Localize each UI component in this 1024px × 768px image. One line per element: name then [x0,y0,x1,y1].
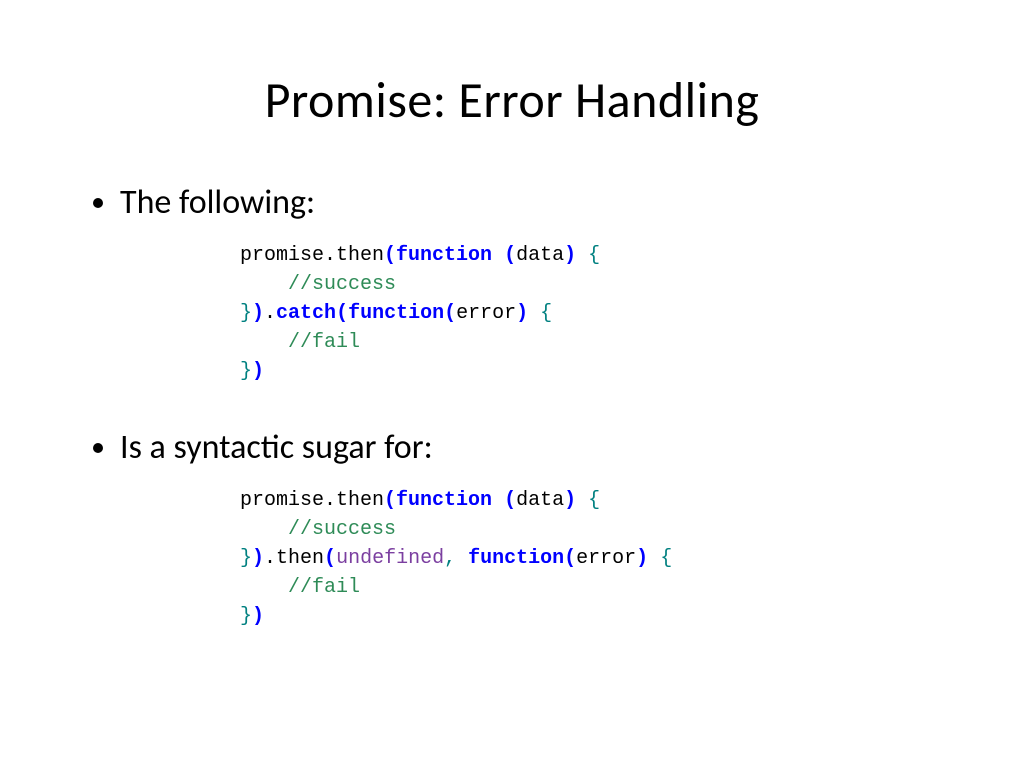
slide: Promise: Error Handling The following: p… [0,0,1024,768]
code-text: } [240,302,252,325]
slide-title: Promise: Error Handling [80,70,944,131]
code-text: function [456,547,564,570]
code-text: undefined [336,547,444,570]
code-text: error [576,547,636,570]
code-text: catch [276,302,336,325]
code-text: . [264,302,276,325]
code-text: } [240,605,252,628]
code-text: { [648,547,672,570]
code-text: ( [336,302,348,325]
code-text: { [576,244,600,267]
code-text: function [396,244,504,267]
code-text: ( [384,244,396,267]
code-text: ( [444,302,456,325]
code-text: .then [264,547,324,570]
code-text: ( [384,489,396,512]
code-block-2: promise.then(function (data) { //success… [240,486,944,631]
code-text: ) [636,547,648,570]
code-text: ) [252,605,264,628]
code-text: ( [564,547,576,570]
code-text: ) [516,302,528,325]
code-text: } [240,360,252,383]
code-text: promise.then [240,489,384,512]
code-text: ( [504,489,516,512]
code-text: promise.then [240,244,384,267]
code-text: ( [504,244,516,267]
code-text: data [516,244,564,267]
code-text: { [528,302,552,325]
code-text: ) [564,489,576,512]
code-text: data [516,489,564,512]
code-text: } [240,547,252,570]
bullet-list-2: Is a syntactic sugar for: [80,426,944,470]
code-text: error [456,302,516,325]
code-text: //success [240,518,396,541]
bullet-1: The following: [120,181,944,225]
code-text: { [576,489,600,512]
code-block-1: promise.then(function (data) { //success… [240,241,944,386]
code-text: ) [252,547,264,570]
code-text: ( [324,547,336,570]
bullet-2: Is a syntactic sugar for: [120,426,944,470]
code-text: , [444,547,456,570]
code-text: //fail [240,576,360,599]
code-text: function [396,489,504,512]
code-text: function [348,302,444,325]
code-text: //success [240,273,396,296]
code-text: //fail [240,331,360,354]
bullet-list: The following: [80,181,944,225]
code-text: ) [252,302,264,325]
code-text: ) [252,360,264,383]
code-text: ) [564,244,576,267]
